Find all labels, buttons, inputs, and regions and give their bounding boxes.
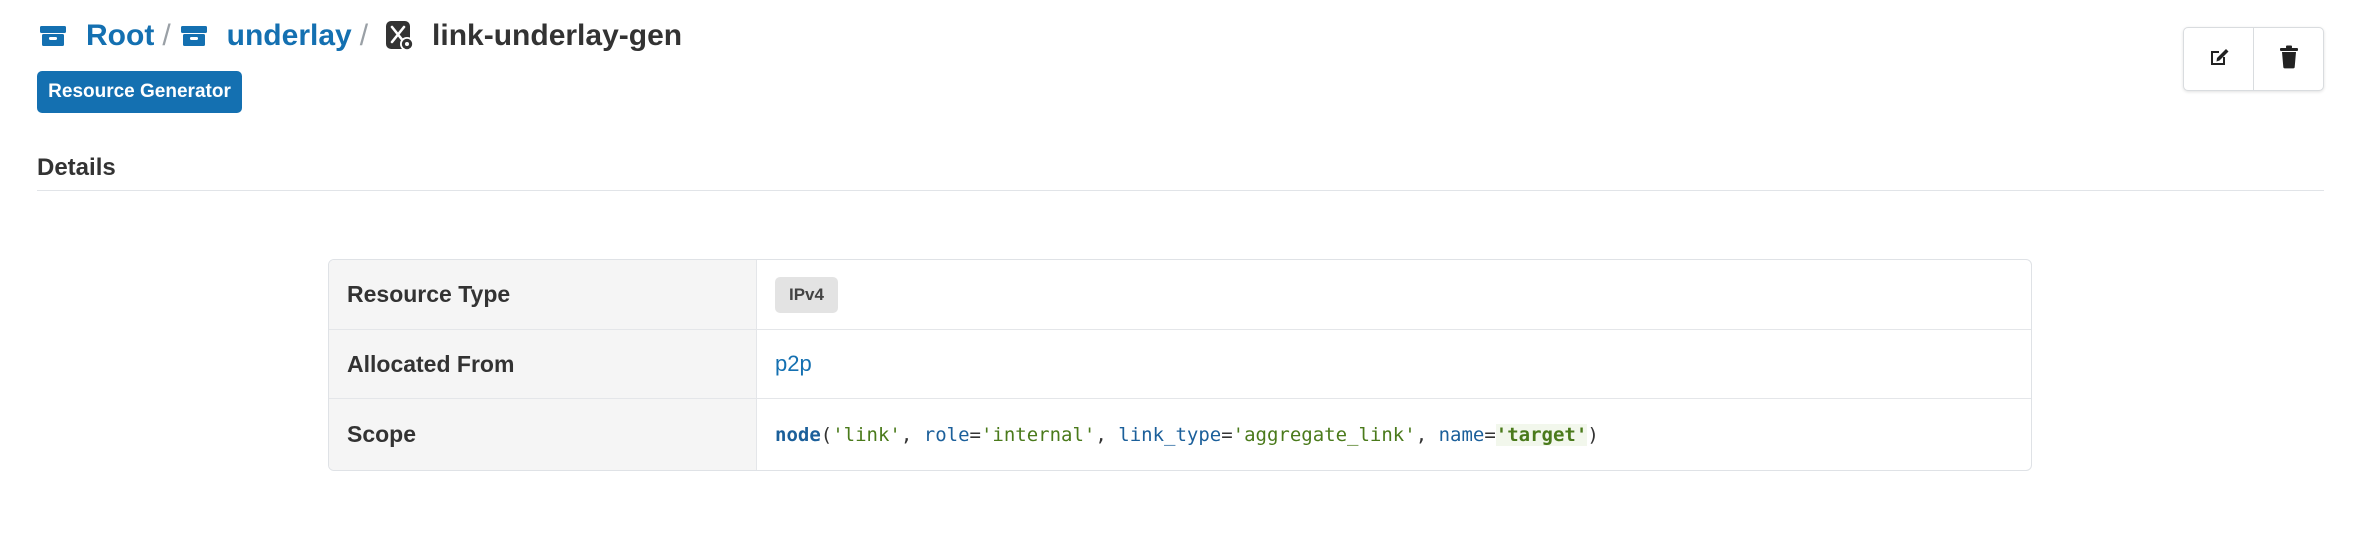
code-string: 'internal' xyxy=(980,423,1096,446)
code-string: 'aggregate_link' xyxy=(1232,423,1416,446)
code-punct: = xyxy=(1484,423,1496,446)
edit-button[interactable] xyxy=(2184,28,2253,90)
details-row-scope: Scope node('link', role='internal', link… xyxy=(329,399,2031,470)
code-punct: , xyxy=(1095,423,1119,446)
code-string-highlighted: 'target' xyxy=(1495,423,1588,446)
allocated-from-link[interactable]: p2p xyxy=(775,351,812,377)
row-value: p2p xyxy=(757,330,2031,398)
resource-generator-badge[interactable]: Resource Generator xyxy=(37,71,242,113)
resource-type-badge: IPv4 xyxy=(775,276,838,313)
code-keyword-arg: link_type xyxy=(1118,423,1222,446)
code-punct: , xyxy=(900,423,924,446)
code-punct: = xyxy=(1221,423,1233,446)
breadcrumb-parent-link[interactable]: underlay xyxy=(227,19,352,53)
row-label: Scope xyxy=(329,399,757,470)
code-punct: = xyxy=(969,423,981,446)
code-function: node xyxy=(775,423,821,446)
code-keyword-arg: name xyxy=(1438,423,1485,446)
delete-button[interactable] xyxy=(2253,28,2323,90)
action-button-group xyxy=(2183,27,2324,91)
breadcrumb: Root / underlay / link-underlay-gen xyxy=(38,14,682,58)
row-label: Allocated From xyxy=(329,330,757,398)
trash-icon xyxy=(2279,45,2299,74)
archive-icon xyxy=(179,21,209,51)
breadcrumb-separator: / xyxy=(359,19,369,52)
breadcrumb-current: link-underlay-gen xyxy=(432,19,683,52)
details-row-allocated-from: Allocated From p2p xyxy=(329,330,2031,399)
breadcrumb-root-link[interactable]: Root xyxy=(86,19,154,53)
code-punct: ( xyxy=(820,423,833,446)
scope-expression: node('link', role='internal', link_type=… xyxy=(775,423,1599,446)
breadcrumb-separator: / xyxy=(162,19,171,52)
section-divider xyxy=(37,190,2324,191)
resource-generator-page: Root / underlay / link-underlay-gen Reso… xyxy=(0,0,2372,534)
row-value: IPv4 xyxy=(757,260,2031,329)
row-value: node('link', role='internal', link_type=… xyxy=(757,399,2031,470)
archive-icon xyxy=(38,21,68,51)
row-label: Resource Type xyxy=(329,260,757,329)
details-row-resource-type: Resource Type IPv4 xyxy=(329,260,2031,330)
code-string: 'link' xyxy=(832,423,901,446)
code-punct: , xyxy=(1415,423,1439,446)
details-table: Resource Type IPv4 Allocated From p2p Sc… xyxy=(328,259,2032,471)
code-keyword-arg: role xyxy=(923,423,970,446)
edit-icon xyxy=(2207,45,2231,74)
code-punct: ) xyxy=(1587,423,1599,446)
generator-icon xyxy=(384,20,416,52)
section-title-details: Details xyxy=(37,154,116,181)
